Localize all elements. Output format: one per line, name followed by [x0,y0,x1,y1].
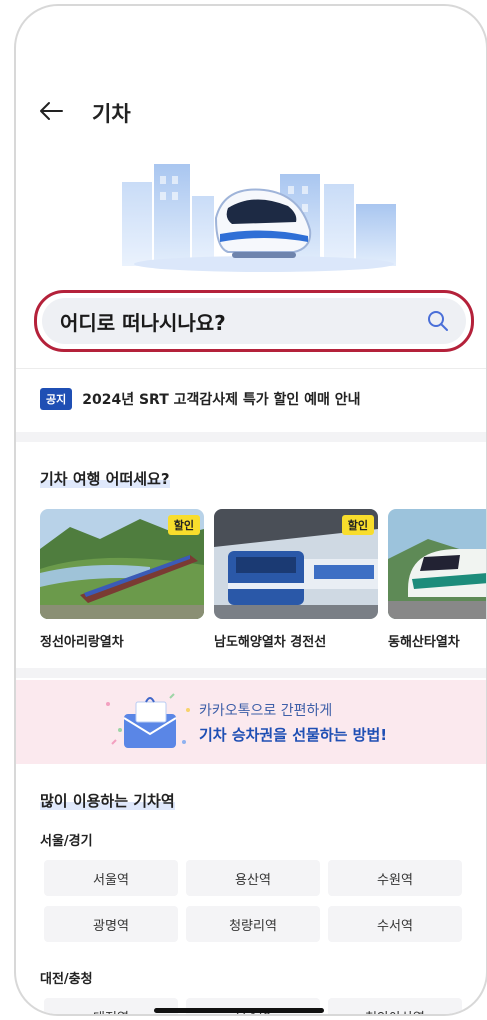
notice-badge: 공지 [40,388,73,410]
divider [16,368,486,369]
trips-section-title: 기차 여행 어떠세요? [40,470,170,488]
station-grid: 대전역 오송역 천안아산역 [44,998,462,1014]
gift-envelope-icon [106,693,190,748]
station-button[interactable]: 대전역 [44,998,178,1014]
gift-ticket-promo-banner[interactable]: 카카오톡으로 간편하게 기차 승차권을 선물하는 방법! [16,680,486,764]
phone-frame: 기차 어디로 떠나시나요? 공지 2024년 SRT 고객감사제 특가 할인 예… [14,4,487,1016]
station-button[interactable]: 수서역 [328,906,462,942]
search-input[interactable]: 어디로 떠나시나요? [42,298,466,344]
search-placeholder: 어디로 떠나시나요? [60,310,226,335]
section-divider [16,432,486,442]
header: 기차 [16,92,486,132]
trip-carousel[interactable]: 할인 정선아리랑열차 할인 남도해양열차 경전선 동해산타열차 [40,509,486,659]
trip-image: 할인 [40,509,204,619]
promo-title: 기차 승차권을 선물하는 방법! [199,726,388,744]
region-title: 서울/경기 [40,834,93,849]
station-grid: 서울역 용산역 수원역 광명역 청량리역 수서역 [44,860,462,942]
station-button[interactable]: 용산역 [186,860,320,896]
section-divider [16,668,486,678]
home-indicator[interactable] [154,1008,324,1013]
page-title: 기차 [92,102,131,126]
station-button[interactable]: 오송역 [186,998,320,1014]
trip-name: 동해산타열차 [388,635,460,650]
station-button[interactable]: 천안아산역 [328,998,462,1014]
station-button[interactable]: 서울역 [44,860,178,896]
region-title: 대전/충청 [40,972,93,987]
search-highlight-ring: 어디로 떠나시나요? [34,290,474,352]
search-icon[interactable] [426,309,450,333]
trip-name: 정선아리랑열차 [40,635,124,650]
station-button[interactable]: 수원역 [328,860,462,896]
trip-card[interactable]: 할인 정선아리랑열차 [40,509,204,650]
trip-card[interactable]: 동해산타열차 [388,509,486,650]
notice-banner[interactable]: 공지 2024년 SRT 고객감사제 특가 할인 예매 안내 [40,388,361,410]
notice-text: 2024년 SRT 고객감사제 특가 할인 예매 안내 [82,392,361,408]
trip-image [388,509,486,619]
back-arrow-icon[interactable] [38,100,64,122]
trip-name: 남도해양열차 경전선 [214,635,327,650]
stations-section-title: 많이 이용하는 기차역 [40,792,175,810]
discount-badge: 할인 [167,515,200,535]
trip-card[interactable]: 할인 남도해양열차 경전선 [214,509,378,650]
train-hero-illustration [122,164,396,272]
station-button[interactable]: 광명역 [44,906,178,942]
station-button[interactable]: 청량리역 [186,906,320,942]
promo-subtitle: 카카오톡으로 간편하게 [199,703,333,719]
discount-badge: 할인 [341,515,374,535]
trip-image: 할인 [214,509,378,619]
